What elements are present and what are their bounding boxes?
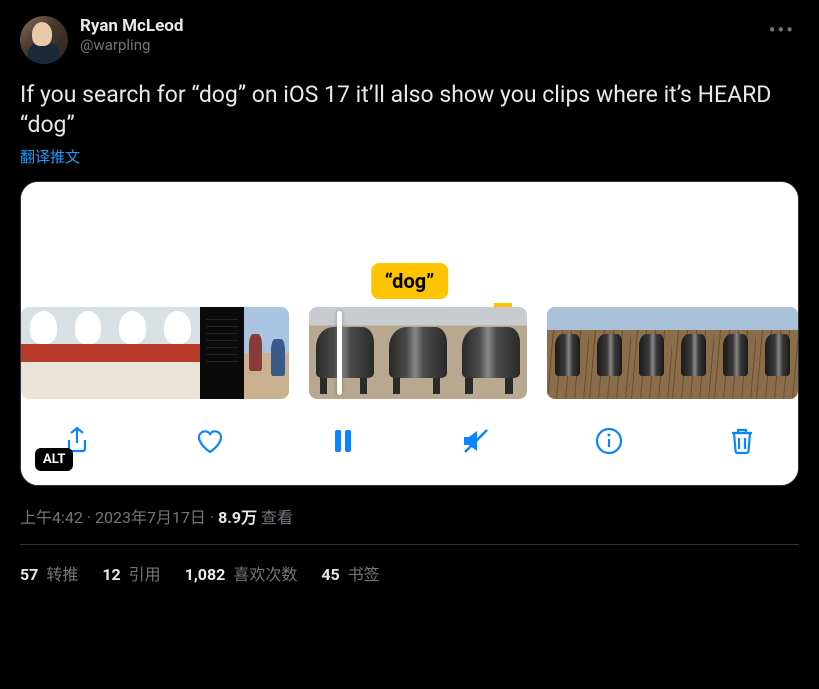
thumbnail-frame xyxy=(309,307,382,399)
display-name[interactable]: Ryan McLeod xyxy=(80,16,753,36)
retweets-count: 57 xyxy=(20,565,38,584)
thumbnail-frame xyxy=(382,307,455,399)
clip-group-2[interactable] xyxy=(309,307,527,399)
thumbnail-frame xyxy=(756,307,798,399)
more-icon[interactable]: ••• xyxy=(765,16,799,44)
likes-count: 1,082 xyxy=(185,565,226,584)
thumbnail-frame xyxy=(110,307,155,399)
bookmarks-count: 45 xyxy=(321,565,339,584)
user-handle[interactable]: @warpling xyxy=(80,36,753,54)
clip-group-3[interactable] xyxy=(547,307,798,399)
user-block: Ryan McLeod @warpling xyxy=(80,16,753,54)
caption-bubble: “dog” xyxy=(371,263,449,299)
avatar[interactable] xyxy=(20,16,68,64)
bookmarks-label: 书签 xyxy=(344,565,380,584)
playhead[interactable] xyxy=(337,311,342,395)
tweet-header: Ryan McLeod @warpling ••• xyxy=(20,16,799,64)
thumbnail-frame xyxy=(454,307,527,399)
tweet-container: Ryan McLeod @warpling ••• If you search … xyxy=(0,0,819,601)
separator: · xyxy=(206,508,218,527)
tweet-date[interactable]: 2023年7月17日 xyxy=(95,508,206,527)
alt-badge[interactable]: ALT xyxy=(35,448,73,471)
likes-label: 喜欢次数 xyxy=(229,565,297,584)
heart-icon[interactable] xyxy=(192,423,228,459)
mute-icon[interactable] xyxy=(458,423,494,459)
thumbnail-frame xyxy=(200,307,245,399)
translate-link[interactable]: 翻译推文 xyxy=(20,146,80,167)
thumbnail-frame xyxy=(589,307,631,399)
likes-stat[interactable]: 1,082 喜欢次数 xyxy=(185,561,298,585)
thumbnail-frame xyxy=(547,307,589,399)
thumbnail-frame xyxy=(155,307,200,399)
clip-group-1[interactable] xyxy=(21,307,289,399)
separator: · xyxy=(83,508,95,527)
info-icon[interactable] xyxy=(591,423,627,459)
thumbnail-frame xyxy=(244,307,289,399)
tweet-time[interactable]: 上午4:42 xyxy=(20,508,83,527)
views-label: 查看 xyxy=(257,508,293,527)
media-upper: “dog” xyxy=(21,182,798,307)
tweet-meta: 上午4:42 · 2023年7月17日 · 8.9万 查看 xyxy=(20,486,799,545)
bookmarks-stat[interactable]: 45 书签 xyxy=(321,561,379,585)
thumbnail-frame xyxy=(66,307,111,399)
trash-icon[interactable] xyxy=(724,423,760,459)
media-controls xyxy=(21,399,798,485)
tweet-stats: 57 转推 12 引用 1,082 喜欢次数 45 书签 xyxy=(20,545,799,601)
thumbnail-frame xyxy=(21,307,66,399)
quotes-count: 12 xyxy=(102,565,120,584)
thumbnail-frame xyxy=(631,307,673,399)
tweet-text: If you search for “dog” on iOS 17 it’ll … xyxy=(20,80,799,140)
thumbnail-frame xyxy=(672,307,714,399)
video-timeline[interactable] xyxy=(21,307,798,399)
retweets-label: 转推 xyxy=(42,565,78,584)
quotes-label: 引用 xyxy=(125,565,161,584)
retweets-stat[interactable]: 57 转推 xyxy=(20,561,78,585)
quotes-stat[interactable]: 12 引用 xyxy=(102,561,160,585)
pause-icon[interactable] xyxy=(325,423,361,459)
views-count: 8.9万 xyxy=(218,508,257,527)
media-card[interactable]: “dog” xyxy=(20,181,799,486)
thumbnail-frame xyxy=(714,307,756,399)
